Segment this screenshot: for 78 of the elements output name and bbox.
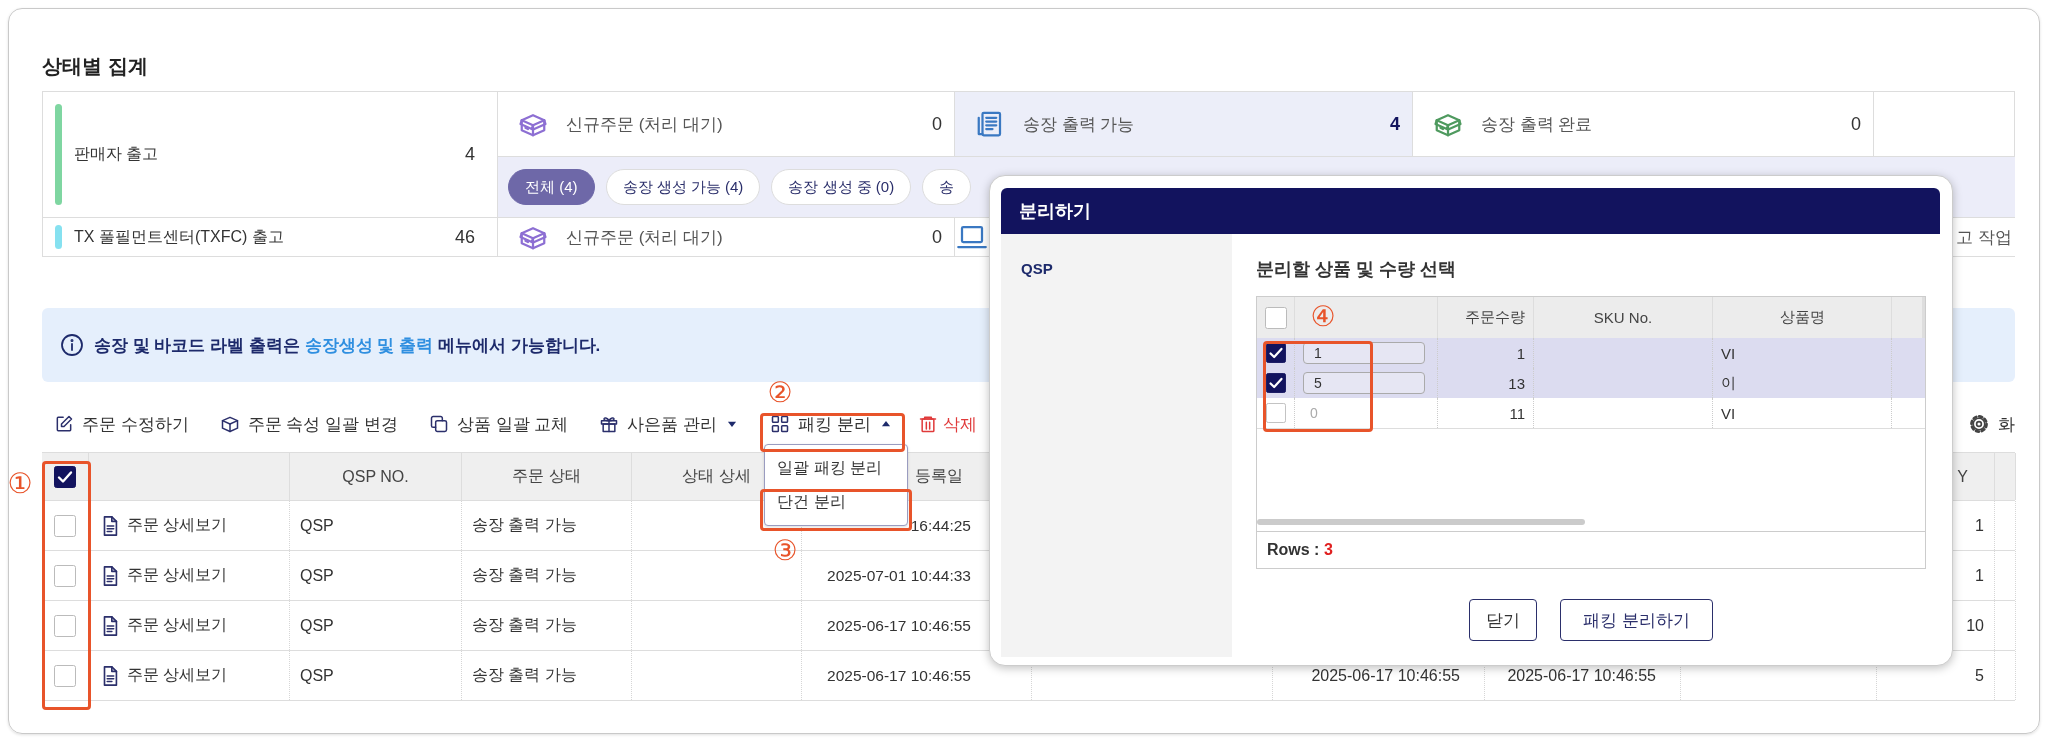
table-cell: 이: [1721, 373, 1736, 393]
column-header: 주문 상태: [512, 466, 581, 486]
filter-chip[interactable]: 송장 생성 가능 (4): [605, 169, 761, 205]
status-count: 0: [932, 113, 942, 135]
sidebar-item[interactable]: QSP: [1021, 260, 1232, 277]
table-cell: 1: [1975, 516, 1984, 535]
toolbar-button[interactable]: 상품 일괄 교체: [422, 408, 575, 440]
step-number: ①: [6, 466, 34, 500]
step-number: ②: [766, 376, 794, 410]
detail-link[interactable]: 주문 상세보기: [99, 514, 228, 537]
table-cell-text: 송장 출력 가능: [472, 615, 577, 635]
group-count: 4: [465, 144, 475, 165]
status-label: 송장 출력 완료: [1481, 113, 1594, 136]
column-header: 주문수량: [1465, 308, 1525, 327]
table-cell: 16:44:25: [910, 516, 971, 535]
close-button[interactable]: 닫기: [1469, 599, 1538, 641]
table-cell: 2025-06-17 10:46:55: [1311, 666, 1460, 685]
column-header: Y: [1957, 467, 1968, 486]
detail-link[interactable]: 주문 상세보기: [99, 664, 228, 687]
menu-item[interactable]: 일괄 패킹 분리: [765, 450, 908, 485]
status-count: 0: [1851, 113, 1861, 135]
table-cell-text: 송장 출력 가능: [472, 665, 577, 685]
status-label: 고 작업: [1956, 226, 2012, 249]
toolbar-button[interactable]: 주문 속성 일괄 변경: [213, 408, 404, 440]
filter-chip[interactable]: 송: [922, 169, 972, 205]
column-header: QSP NO.: [342, 467, 409, 486]
filter-chip[interactable]: 전체 (4): [508, 169, 595, 205]
menu-item[interactable]: 단건 분리: [765, 484, 908, 519]
column-header: SKU No.: [1593, 309, 1653, 326]
status-count: 0: [932, 226, 942, 248]
group-name: 판매자 출고: [74, 144, 160, 164]
notice-text: 송장 및 바코드 라벨 출력은 송장생성 및 출력 메뉴에서 가능합니다.: [94, 334, 601, 357]
toolbar-button[interactable]: 사은품 관리: [593, 408, 746, 440]
group-name: TX 풀필먼트센터(TXFC) 출고: [74, 226, 285, 247]
table-cell: 2025-06-17 10:46:55: [1507, 666, 1656, 685]
table-cell: QSP: [300, 616, 334, 635]
table-cell: 11: [1509, 404, 1525, 422]
table-cell: VI: [1721, 344, 1736, 362]
status-tile[interactable]: 송장 출력 가능 4: [955, 92, 1413, 156]
column-header: 상태 상세: [682, 466, 751, 486]
table-cell: VI: [1721, 404, 1736, 422]
table-cell: 1: [1975, 566, 1984, 585]
detail-link[interactable]: 주문 상세보기: [99, 564, 228, 587]
section-heading: 분리할 상품 및 수량 선택: [1256, 258, 1457, 281]
step-number: ④: [1309, 299, 1337, 333]
dialog-title: 분리하기: [1001, 188, 1940, 234]
status-label: 신규주문 (처리 대기): [566, 226, 724, 249]
table-cell-text: 송장 출력 가능: [472, 565, 577, 585]
toolbar-button[interactable]: 패킹 분리: [764, 408, 899, 440]
row-count: 3: [1323, 541, 1333, 559]
column-header: 등록일: [915, 466, 963, 486]
status-label: 송장 출력 가능: [1023, 113, 1136, 136]
table-cell: 13: [1508, 374, 1525, 392]
step-number: ③: [771, 534, 799, 568]
status-label: 신규주문 (처리 대기): [566, 113, 724, 136]
filter-chip[interactable]: 송장 생성 중 (0): [771, 169, 912, 205]
table-cell: 1: [1516, 344, 1525, 362]
rows-label: Rows :: [1267, 541, 1321, 559]
group-count: 46: [454, 226, 475, 248]
quantity-field[interactable]: 5: [1303, 372, 1425, 394]
table-cell: 10: [1966, 616, 1984, 635]
quantity-field[interactable]: 1: [1303, 342, 1425, 364]
toolbar-button[interactable]: 삭제: [917, 408, 983, 440]
table-cell: 2025-06-17 10:46:55: [827, 616, 971, 635]
status-count: 4: [1390, 113, 1400, 135]
table-cell: QSP: [300, 666, 334, 685]
split-button[interactable]: 패킹 분리하기: [1560, 599, 1713, 641]
table-cell-text: 송장 출력 가능: [472, 515, 577, 535]
table-cell: 2025-07-01 10:44:33: [827, 566, 971, 585]
column-header: 상품명: [1779, 308, 1825, 327]
table-cell: QSP: [300, 516, 334, 535]
table-cell: 5: [1975, 666, 1984, 685]
settings-button[interactable]: 화: [1962, 408, 2015, 440]
table-cell: 2025-06-17 10:46:55: [827, 666, 971, 685]
detail-link[interactable]: 주문 상세보기: [99, 614, 228, 637]
section-title: 상태별 집계: [42, 54, 149, 79]
table-cell: QSP: [300, 566, 334, 585]
toolbar-button[interactable]: 주문 수정하기: [48, 408, 195, 440]
